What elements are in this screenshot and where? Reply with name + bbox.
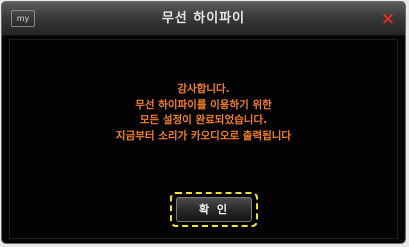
message-line: 감사합니다.	[177, 83, 230, 95]
confirm-button[interactable]: 확 인	[176, 197, 252, 222]
close-icon[interactable]: ×	[378, 9, 398, 29]
message-line: 지금부터 소리가 카오디오로 출력됩니다	[115, 129, 292, 142]
confirm-button-focus-ring: 확 인	[170, 192, 258, 227]
dialog-window: my 무선 하이파이 × 감사합니다. 무선 하이파이를 이용하기 위한 모든 …	[1, 1, 406, 244]
completion-message: 감사합니다. 무선 하이파이를 이용하기 위한 모든 설정이 완료되었습니다. …	[10, 82, 397, 144]
dialog-content: 감사합니다. 무선 하이파이를 이용하기 위한 모든 설정이 완료되었습니다. …	[9, 39, 398, 239]
title-bar: my 무선 하이파이 ×	[2, 2, 405, 36]
message-line: 무선 하이파이를 이용하기 위한	[135, 98, 272, 111]
message-line: 모든 설정이 완료되었습니다.	[139, 114, 268, 126]
dialog-title: 무선 하이파이	[161, 11, 246, 26]
